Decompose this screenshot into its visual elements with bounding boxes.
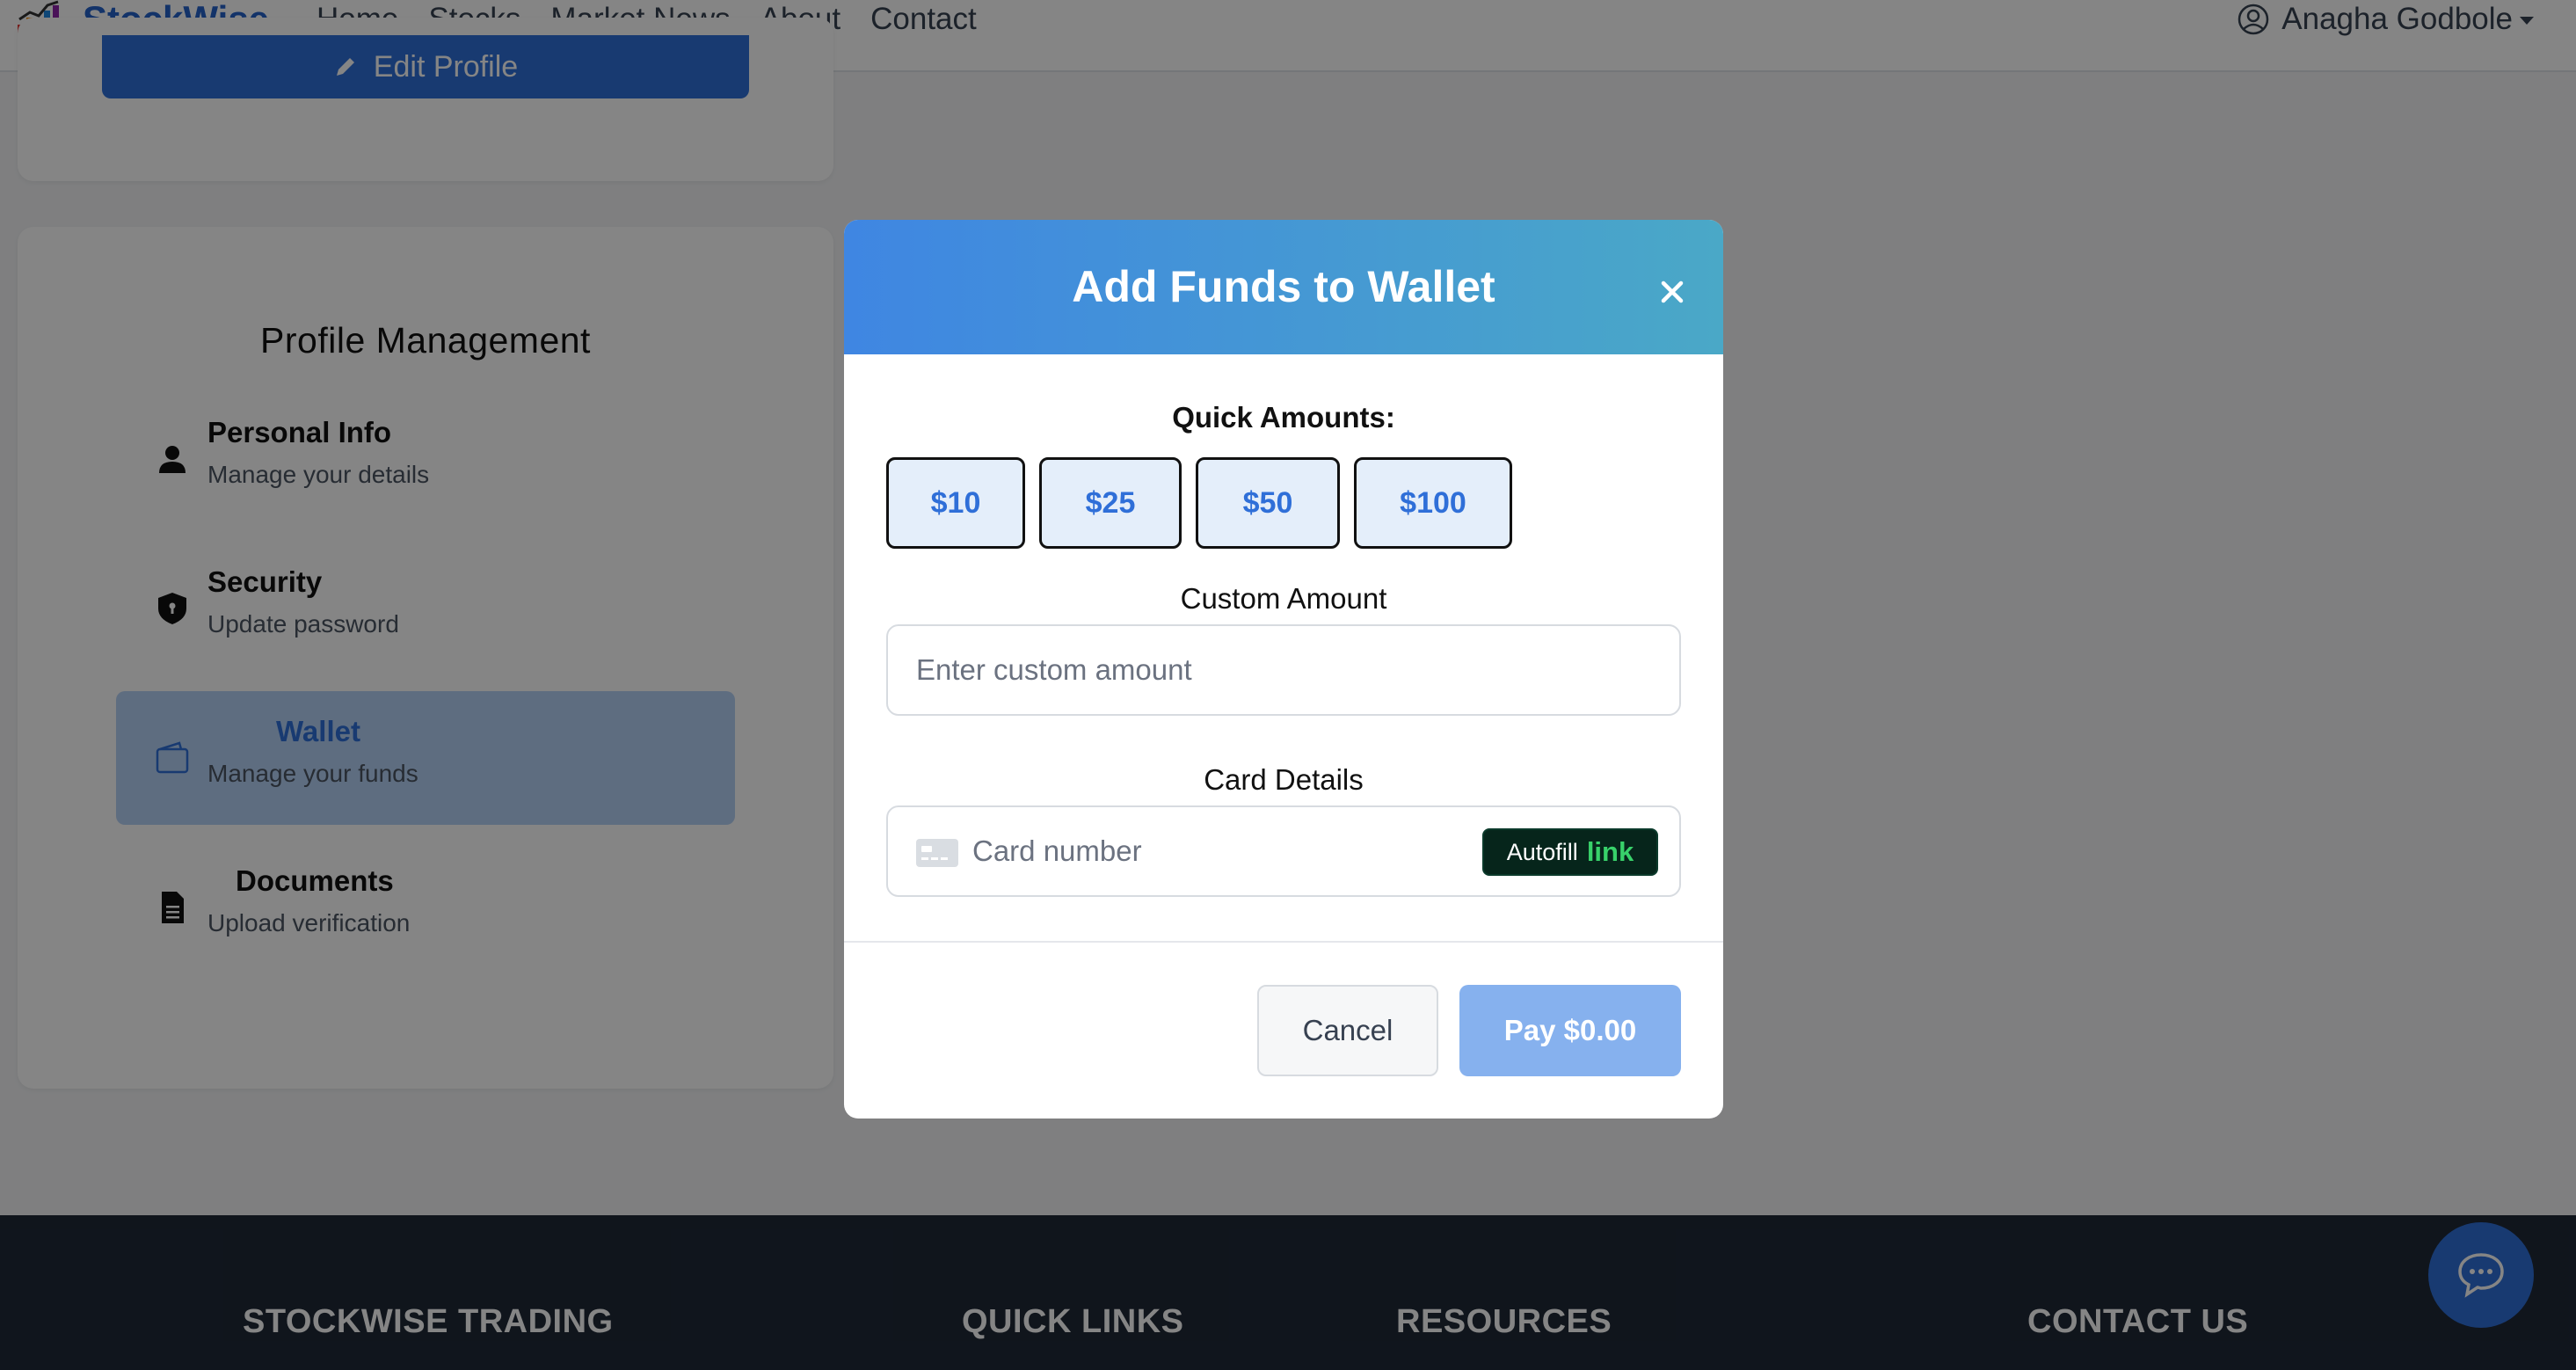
credit-card-icon: [916, 839, 958, 867]
modal-divider: [844, 941, 1723, 943]
modal-title: Add Funds to Wallet: [1072, 262, 1495, 311]
quick-amount-50-button[interactable]: $50: [1196, 457, 1340, 549]
modal-header: Add Funds to Wallet: [844, 220, 1723, 354]
quick-amount-100-button[interactable]: $100: [1354, 457, 1512, 549]
card-number-placeholder: Card number: [972, 834, 1142, 867]
close-icon[interactable]: [1655, 274, 1690, 310]
quick-amounts-label: Quick Amounts:: [1172, 401, 1395, 434]
custom-amount-field[interactable]: [886, 624, 1681, 716]
add-funds-modal: Add Funds to Wallet Quick Amounts: $10 $…: [844, 220, 1723, 1119]
quick-amount-10-button[interactable]: $10: [886, 457, 1025, 549]
link-logo: link: [1586, 836, 1634, 867]
card-details-label: Card Details: [1204, 763, 1364, 796]
quick-amount-25-button[interactable]: $25: [1039, 457, 1182, 549]
autofill-label: Autofill: [1506, 838, 1578, 865]
cancel-button[interactable]: Cancel: [1257, 985, 1438, 1076]
card-number-field[interactable]: Card number Autofill link: [886, 805, 1681, 897]
autofill-link-button[interactable]: Autofill link: [1482, 828, 1658, 876]
custom-amount-input[interactable]: [888, 626, 1679, 714]
quick-amounts-group: $10 $25 $50 $100: [886, 457, 1526, 552]
custom-amount-label: Custom Amount: [1180, 582, 1387, 615]
pay-button[interactable]: Pay $0.00: [1459, 985, 1681, 1076]
